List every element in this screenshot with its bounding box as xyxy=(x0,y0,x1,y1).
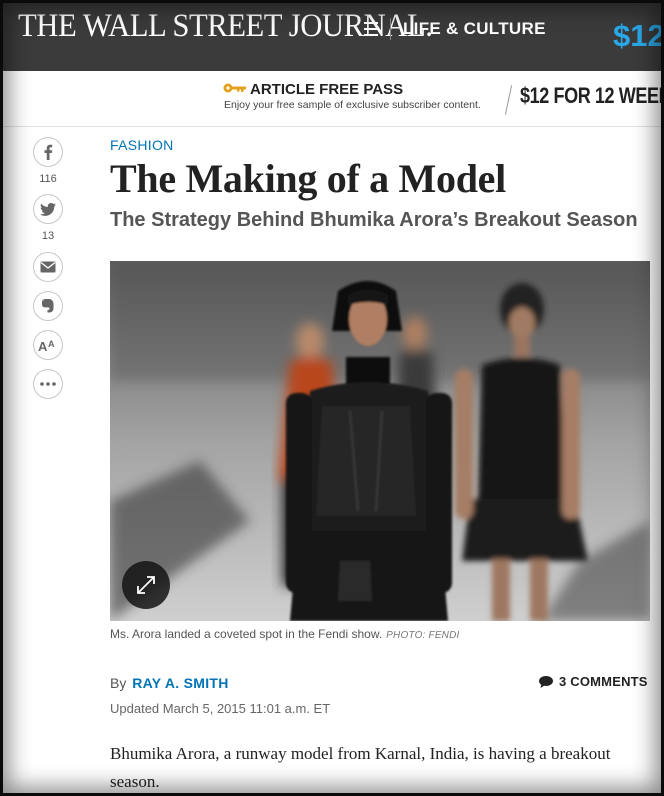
author-link[interactable]: RAY A. SMITH xyxy=(132,675,228,691)
updated-timestamp: Updated March 5, 2015 11:01 a.m. ET xyxy=(110,701,331,716)
font-size-icon: AA xyxy=(38,339,55,352)
key-icon xyxy=(223,83,246,93)
twitter-share-button[interactable] xyxy=(33,194,63,224)
comment-bubble-icon xyxy=(539,675,553,688)
menu-icon[interactable] xyxy=(364,22,378,36)
text-size-button[interactable]: AA xyxy=(33,330,63,360)
nav-divider xyxy=(390,18,391,40)
image-caption: Ms. Arora landed a coveted spot in the F… xyxy=(110,627,460,641)
svg-text:A: A xyxy=(48,339,55,349)
comments-link[interactable]: 3 COMMENTS xyxy=(539,674,648,689)
byline: By RAY A. SMITH xyxy=(110,675,229,691)
article-headline: The Making of a Model xyxy=(110,156,506,201)
expand-image-button[interactable] xyxy=(122,561,170,609)
more-dots-icon xyxy=(40,382,56,386)
expand-icon xyxy=(137,576,155,594)
top-nav-bar: THE WALL STREET JOURNAL. LIFE & CULTURE … xyxy=(0,0,664,71)
facebook-icon xyxy=(44,144,53,160)
twitter-icon xyxy=(40,202,56,216)
facebook-share-count: 116 xyxy=(39,173,57,185)
evernote-icon xyxy=(42,299,54,313)
pass-subtitle: Enjoy your free sample of exclusive subs… xyxy=(224,99,481,111)
runway-photo xyxy=(110,261,650,621)
facebook-share-button[interactable] xyxy=(33,137,63,167)
pass-divider xyxy=(504,85,513,115)
free-pass-bar: ARTICLE FREE PASS Enjoy your free sample… xyxy=(0,71,664,127)
email-icon xyxy=(40,261,56,273)
section-link[interactable]: LIFE & CULTURE xyxy=(403,19,546,39)
svg-text:A: A xyxy=(38,339,48,352)
email-share-button[interactable] xyxy=(33,252,63,282)
more-options-button[interactable] xyxy=(33,369,63,399)
subscribe-promo[interactable]: $12 F xyxy=(613,18,664,54)
photo-credit: PHOTO: FENDI xyxy=(386,630,460,641)
hero-image[interactable] xyxy=(110,261,650,621)
pass-title: ARTICLE FREE PASS xyxy=(250,81,404,98)
article-body-paragraph: Bhumika Arora, a runway model from Karna… xyxy=(110,744,611,791)
evernote-share-button[interactable] xyxy=(33,291,63,321)
byline-label: By xyxy=(110,675,127,691)
section-kicker-link[interactable]: FASHION xyxy=(110,137,174,153)
caption-text: Ms. Arora landed a coveted spot in the F… xyxy=(110,627,383,641)
subscribe-offer-link[interactable]: $12 FOR 12 WEEKS xyxy=(520,83,664,109)
twitter-share-count: 13 xyxy=(41,230,55,242)
comments-count: 3 COMMENTS xyxy=(559,674,648,689)
article-subheadline: The Strategy Behind Bhumika Arora’s Brea… xyxy=(110,209,638,231)
